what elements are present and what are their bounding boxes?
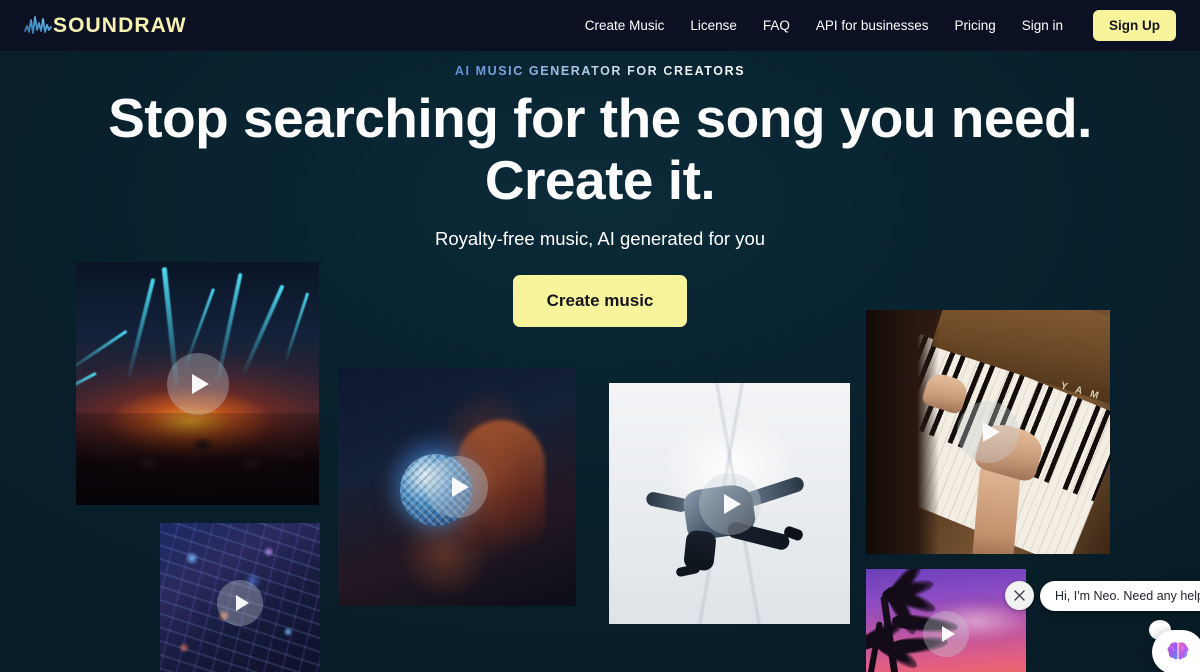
play-icon[interactable] (923, 611, 969, 657)
page-title: Stop searching for the song you need. Cr… (0, 90, 1200, 208)
play-icon[interactable] (426, 456, 488, 518)
chat-greeting-bubble[interactable]: Hi, I'm Neo. Need any help? (1040, 581, 1200, 611)
sign-up-button[interactable]: Sign Up (1093, 10, 1176, 41)
chat-close-button[interactable] (1005, 581, 1034, 610)
headline-line-2: Create it. (484, 149, 716, 212)
close-icon (1014, 590, 1025, 601)
breakdancer-video-card[interactable] (609, 383, 850, 624)
logo-text: SOUNDRAW (53, 14, 187, 37)
nav-item-sign-in[interactable]: Sign in (1022, 18, 1063, 33)
night-city-video-card[interactable] (160, 523, 320, 672)
play-icon[interactable] (957, 401, 1019, 463)
play-icon[interactable] (166, 352, 229, 415)
nav-item-api-for-businesses[interactable]: API for businesses (816, 18, 929, 33)
nav-item-faq[interactable]: FAQ (763, 18, 790, 33)
hero-section: AI MUSIC GENERATOR FOR CREATORS Stop sea… (0, 51, 1200, 328)
logo[interactable]: SOUNDRAW (24, 15, 187, 37)
disco-ball-video-card[interactable] (338, 368, 576, 606)
brain-icon (1167, 642, 1189, 660)
hero-subtitle: Royalty-free music, AI generated for you (434, 228, 766, 250)
site-header: SOUNDRAW Create Music License FAQ API fo… (0, 0, 1200, 51)
waveform-icon (24, 15, 52, 34)
page-root: SOUNDRAW Create Music License FAQ API fo… (0, 0, 1200, 672)
chat-launcher-button[interactable] (1152, 630, 1200, 672)
play-icon[interactable] (217, 580, 263, 626)
nav-item-create-music[interactable]: Create Music (585, 18, 665, 33)
nav-item-license[interactable]: License (690, 18, 737, 33)
nav-item-pricing[interactable]: Pricing (954, 18, 995, 33)
hero-eyebrow: AI MUSIC GENERATOR FOR CREATORS (454, 64, 746, 78)
sunset-palms-video-card[interactable] (866, 569, 1026, 672)
create-music-button[interactable]: Create music (512, 275, 688, 328)
headline-line-1: Stop searching for the song you need. (108, 87, 1092, 149)
hero-cta-wrapper: Create music (0, 275, 1200, 328)
crowd-silhouette (76, 412, 319, 505)
main-nav: Create Music License FAQ API for busines… (585, 10, 1176, 41)
piano-hands-video-card[interactable]: Y A M (866, 310, 1110, 554)
play-icon[interactable] (698, 472, 761, 535)
